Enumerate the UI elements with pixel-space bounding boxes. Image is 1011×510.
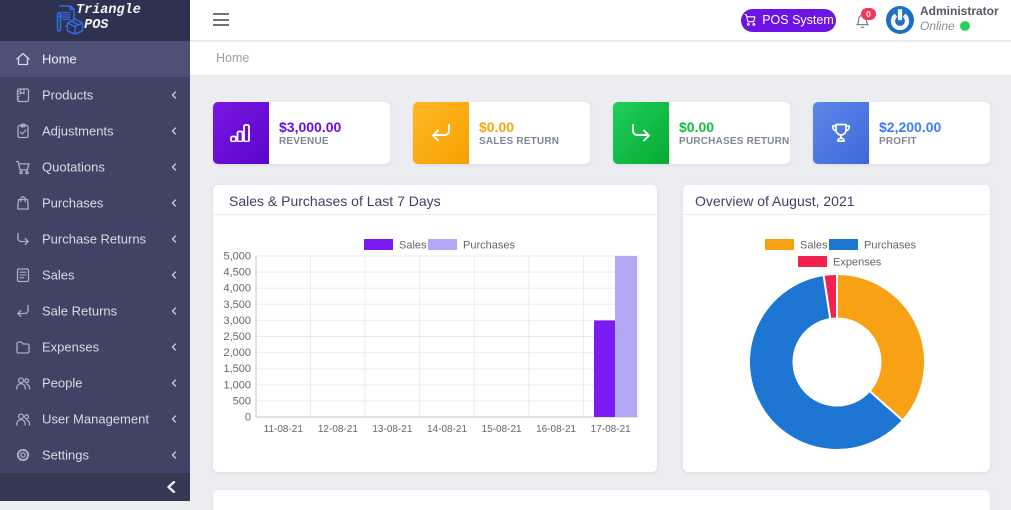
svg-text:Purchases: Purchases — [463, 240, 515, 252]
svg-text:14-08-21: 14-08-21 — [427, 424, 467, 435]
svg-text:Purchases: Purchases — [864, 240, 916, 252]
svg-text:2,500: 2,500 — [223, 331, 251, 343]
svg-text:3,500: 3,500 — [223, 299, 251, 311]
svg-text:15-08-21: 15-08-21 — [482, 424, 522, 435]
svg-text:Sales: Sales — [800, 240, 828, 252]
svg-text:16-08-21: 16-08-21 — [536, 424, 576, 435]
svg-text:1,500: 1,500 — [223, 363, 251, 375]
svg-text:3,000: 3,000 — [223, 315, 251, 327]
svg-text:0: 0 — [245, 412, 251, 424]
svg-text:Expenses: Expenses — [833, 257, 882, 269]
svg-text:4,500: 4,500 — [223, 267, 251, 279]
svg-text:2,000: 2,000 — [223, 347, 251, 359]
svg-text:17-08-21: 17-08-21 — [591, 424, 631, 435]
svg-text:1,000: 1,000 — [223, 379, 251, 391]
svg-text:12-08-21: 12-08-21 — [318, 424, 358, 435]
svg-text:11-08-21: 11-08-21 — [264, 424, 304, 435]
svg-text:Sales: Sales — [399, 240, 427, 252]
svg-text:5,000: 5,000 — [223, 251, 251, 263]
svg-text:500: 500 — [233, 395, 251, 407]
svg-text:13-08-21: 13-08-21 — [372, 424, 412, 435]
svg-text:4,000: 4,000 — [223, 283, 251, 295]
